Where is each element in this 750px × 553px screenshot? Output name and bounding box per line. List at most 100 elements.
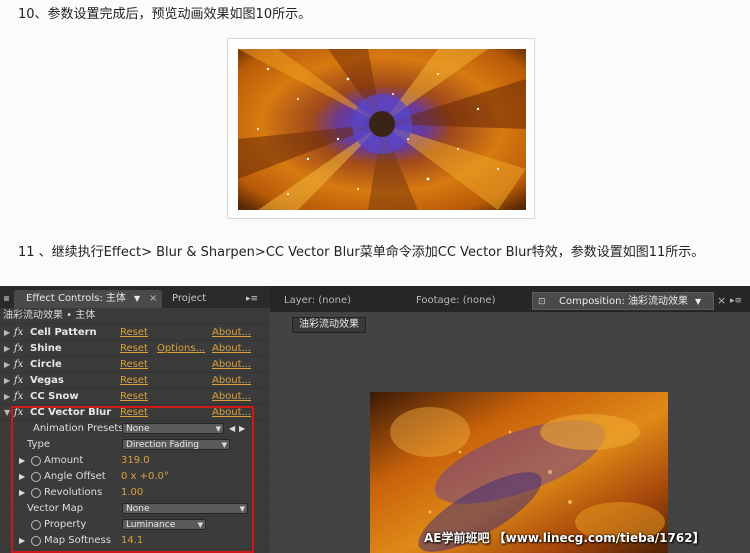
expand-triangle-icon[interactable]: ▶ (4, 341, 10, 357)
lock-icon[interactable]: ⊡ (538, 293, 546, 311)
stopwatch-icon[interactable] (31, 520, 41, 530)
fx-icon[interactable]: fx (14, 325, 23, 341)
prop-revolutions: ▶ Revolutions 1.00 (0, 485, 270, 501)
expand-triangle-icon[interactable]: ▶ (4, 373, 10, 389)
type-dropdown[interactable]: Direction Fading ▼ (122, 439, 230, 450)
tab-menu-arrow-icon[interactable]: ▼ (134, 290, 140, 308)
prop-label: Angle Offset (44, 471, 106, 482)
prop-label: Property (44, 519, 87, 530)
tab-composition[interactable]: ⊡ Composition: 油彩流动效果 ▼ (532, 292, 714, 310)
reset-link[interactable]: Reset (120, 341, 148, 357)
effect-row-cc-vector-blur[interactable]: ▼ fx CC Vector Blur Reset About... (0, 405, 270, 421)
expand-triangle-icon[interactable]: ▶ (19, 453, 25, 469)
effect-row-vegas[interactable]: ▶ fx Vegas Reset About... (0, 373, 270, 389)
effect-name: Cell Pattern (30, 327, 97, 338)
panel-tabbar: ▪ Effect Controls: 主体 ▼ × Project ▸≡ (0, 286, 270, 308)
property-dropdown[interactable]: Luminance ▼ (122, 519, 206, 530)
panel-grip-icon: ▪ (3, 293, 10, 304)
about-link[interactable]: About... (212, 325, 251, 341)
tab-menu-arrow-icon[interactable]: ▼ (695, 293, 701, 311)
expand-triangle-icon[interactable]: ▶ (19, 469, 25, 485)
effect-controls-panel: ▪ Effect Controls: 主体 ▼ × Project ▸≡ 油彩流… (0, 286, 270, 553)
fx-icon[interactable]: fx (14, 341, 23, 357)
prop-angle-offset: ▶ Angle Offset 0 x +0.0° (0, 469, 270, 485)
effect-row-cc-snow[interactable]: ▶ fx CC Snow Reset About... (0, 389, 270, 405)
effect-name: CC Snow (30, 391, 79, 402)
stopwatch-icon[interactable] (31, 488, 41, 498)
prop-label: Vector Map (27, 503, 84, 514)
stopwatch-icon[interactable] (31, 472, 41, 482)
about-link[interactable]: About... (212, 341, 251, 357)
about-link[interactable]: About... (212, 357, 251, 373)
reset-link[interactable]: Reset (120, 357, 148, 373)
effect-name: Vegas (30, 375, 64, 386)
property-dropdown-value: Luminance (126, 520, 176, 530)
prop-label: Type (27, 439, 50, 450)
chevron-down-icon: ▼ (215, 425, 221, 433)
about-link[interactable]: About... (212, 373, 251, 389)
fx-icon[interactable]: fx (14, 389, 23, 405)
vector-map-dropdown[interactable]: None ▼ (122, 503, 248, 514)
effect-row-circle[interactable]: ▶ fx Circle Reset About... (0, 357, 270, 373)
stopwatch-icon[interactable] (31, 536, 41, 546)
collapse-triangle-icon[interactable]: ▼ (4, 405, 10, 421)
options-link[interactable]: Options... (157, 341, 205, 357)
expand-triangle-icon[interactable]: ▶ (19, 485, 25, 501)
angle-value[interactable]: 0 x +0.0° (121, 469, 169, 485)
prop-label: Amount (44, 455, 84, 466)
reset-link[interactable]: Reset (120, 373, 148, 389)
chevron-down-icon: ▼ (239, 505, 245, 513)
fx-icon[interactable]: fx (14, 405, 23, 421)
revolutions-value[interactable]: 1.00 (121, 485, 143, 501)
presets-dropdown-value: None (126, 424, 150, 434)
panel-menu-icon[interactable]: ▸≡ (246, 290, 258, 308)
chevron-down-icon: ▼ (197, 521, 203, 529)
expand-triangle-icon[interactable]: ▶ (4, 325, 10, 341)
prop-animation-presets: Animation Presets: None ▼ ◀ ▶ (0, 421, 270, 437)
close-icon[interactable]: × (717, 292, 726, 310)
fx-icon[interactable]: fx (14, 373, 23, 389)
prop-label: Map Softness (44, 535, 111, 546)
prop-type: Type Direction Fading ▼ (0, 437, 270, 453)
type-dropdown-value: Direction Fading (126, 440, 200, 450)
figure-10-frame (227, 38, 535, 219)
stopwatch-icon[interactable] (31, 456, 41, 466)
composition-panel: Layer: (none) Footage: (none) ⊡ Composit… (270, 286, 750, 553)
tab-footage[interactable]: Footage: (none) (410, 292, 520, 310)
figure-10-preview-image (238, 49, 526, 210)
tab-layer[interactable]: Layer: (none) (278, 292, 382, 310)
prop-map-softness: ▶ Map Softness 14.1 (0, 533, 270, 549)
reset-link[interactable]: Reset (120, 389, 148, 405)
prop-vector-map: Vector Map None ▼ (0, 501, 270, 517)
presets-dropdown[interactable]: None ▼ (122, 423, 224, 434)
effect-row-shine[interactable]: ▶ fx Shine Reset Options... About... (0, 341, 270, 357)
watermark: AE学前班吧 【www.linecg.com/tieba/1762】 (424, 531, 705, 545)
about-link[interactable]: About... (212, 405, 251, 421)
softness-value[interactable]: 14.1 (121, 533, 143, 549)
tab-effect-controls[interactable]: Effect Controls: 主体 ▼ × (14, 290, 162, 308)
reset-link[interactable]: Reset (120, 325, 148, 341)
expand-triangle-icon[interactable]: ▶ (19, 533, 25, 549)
tab-project[interactable]: Project (172, 290, 232, 308)
prev-preset-icon[interactable]: ◀ (229, 421, 235, 437)
next-preset-icon[interactable]: ▶ (239, 421, 245, 437)
effect-name: CC Vector Blur (30, 407, 112, 418)
comp-name-button[interactable]: 油彩流动效果 (292, 317, 366, 333)
expand-triangle-icon[interactable]: ▶ (4, 357, 10, 373)
prop-property: Property Luminance ▼ (0, 517, 270, 533)
panel-menu-icon[interactable]: ▸≡ (730, 292, 742, 310)
reset-link[interactable]: Reset (120, 405, 148, 421)
prop-label: Revolutions (44, 487, 103, 498)
effect-row-cell-pattern[interactable]: ▶ fx Cell Pattern Reset About... (0, 325, 270, 341)
ec-subheader: 油彩流动效果 • 主体 (0, 308, 270, 324)
chevron-down-icon: ▼ (221, 441, 227, 449)
vector-map-dropdown-value: None (126, 504, 150, 514)
tab-effect-controls-label: Effect Controls: 主体 (26, 293, 126, 304)
fx-icon[interactable]: fx (14, 357, 23, 373)
composition-viewer: 油彩流动效果 (270, 312, 750, 553)
para-10: 10、参数设置完成后，预览动画效果如图10所示。 (18, 7, 312, 22)
expand-triangle-icon[interactable]: ▶ (4, 389, 10, 405)
amount-value[interactable]: 319.0 (121, 453, 150, 469)
about-link[interactable]: About... (212, 389, 251, 405)
tab-close-icon[interactable]: × (149, 290, 157, 308)
